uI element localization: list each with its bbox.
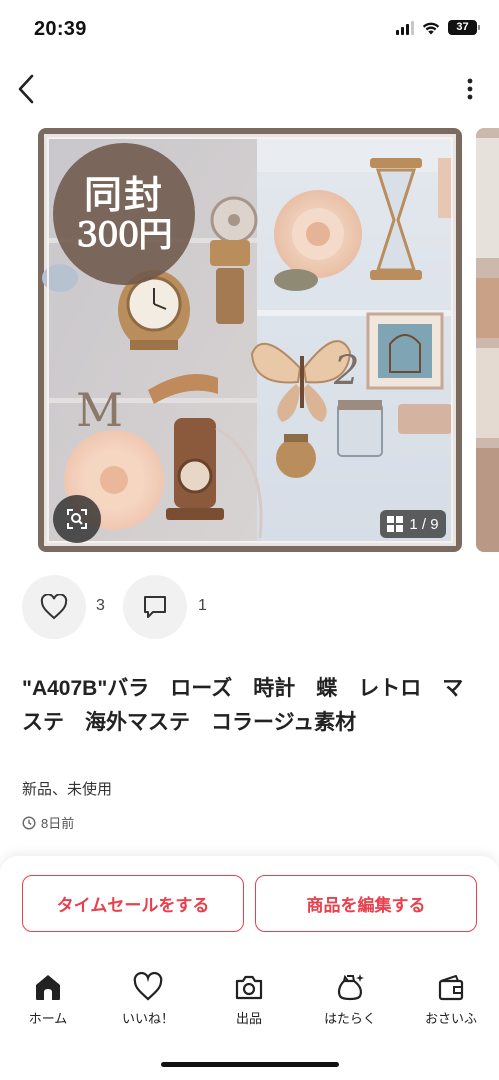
posted-time-text: 8日前	[41, 816, 75, 831]
comment-count: 1	[198, 597, 207, 614]
tab-work[interactable]: はたらく	[305, 972, 395, 1027]
more-vertical-icon	[467, 78, 473, 100]
svg-text:M: M	[76, 383, 123, 437]
posted-time: 8日前	[22, 813, 74, 832]
battery-icon: 37	[448, 20, 480, 35]
badge-line-1: 同封	[83, 173, 164, 217]
svg-text:2: 2	[333, 348, 359, 394]
wallet-icon	[438, 975, 464, 1001]
tab-label: 出品	[235, 1011, 262, 1026]
wifi-icon	[422, 22, 440, 34]
camera-icon	[235, 975, 263, 1000]
home-indicator	[161, 1062, 339, 1067]
tab-label: ホーム	[28, 1011, 68, 1026]
photo-counter[interactable]: 1 / 9	[380, 510, 446, 538]
next-photo-illustration	[476, 128, 499, 552]
tab-home[interactable]: ホーム	[3, 972, 93, 1027]
tab-label: はたらく	[324, 1011, 376, 1026]
cellular-signal-icon	[396, 20, 414, 35]
back-button[interactable]	[14, 72, 44, 106]
next-photo-preview[interactable]	[476, 128, 499, 552]
grid-icon	[387, 516, 404, 532]
like-button[interactable]	[22, 575, 86, 639]
image-search-button[interactable]	[53, 495, 101, 543]
item-condition: 新品、未使用	[22, 781, 113, 798]
status-bar: 20:39 37	[0, 0, 499, 60]
chevron-left-icon	[18, 74, 34, 104]
like-count: 3	[96, 597, 105, 614]
status-icons: 37	[396, 20, 480, 35]
tab-sell[interactable]: 出品	[204, 972, 294, 1027]
item-title: "A407B"バラ ローズ 時計 蝶 レトロ マステ 海外マステ コラージュ素材	[22, 677, 464, 734]
tab-likes[interactable]: いいね！	[103, 972, 193, 1027]
more-options-button[interactable]	[465, 76, 475, 102]
clock-icon	[22, 815, 36, 830]
image-search-icon	[67, 509, 87, 529]
edit-item-button[interactable]: 商品を編集する	[255, 875, 477, 932]
status-time: 20:39	[34, 18, 87, 40]
photo-counter-text: 1 / 9	[409, 515, 439, 533]
heart-icon	[133, 972, 163, 1001]
tab-label: おさいふ	[424, 1011, 477, 1026]
tab-bar: ホーム いいね！ 出品 はたらく おさいふ	[0, 972, 499, 1032]
heart-icon	[40, 594, 68, 620]
tab-label: いいね！	[121, 1011, 174, 1026]
time-sale-button[interactable]: タイムセールをする	[22, 875, 244, 932]
badge-line-2: 300円	[76, 215, 173, 255]
comment-button[interactable]	[123, 575, 187, 639]
tab-wallet[interactable]: おさいふ	[406, 972, 496, 1027]
home-icon	[36, 975, 60, 1000]
money-bag-icon	[337, 974, 364, 1001]
comment-icon	[144, 596, 166, 618]
shipping-price-badge: 同封 300円	[53, 143, 195, 285]
